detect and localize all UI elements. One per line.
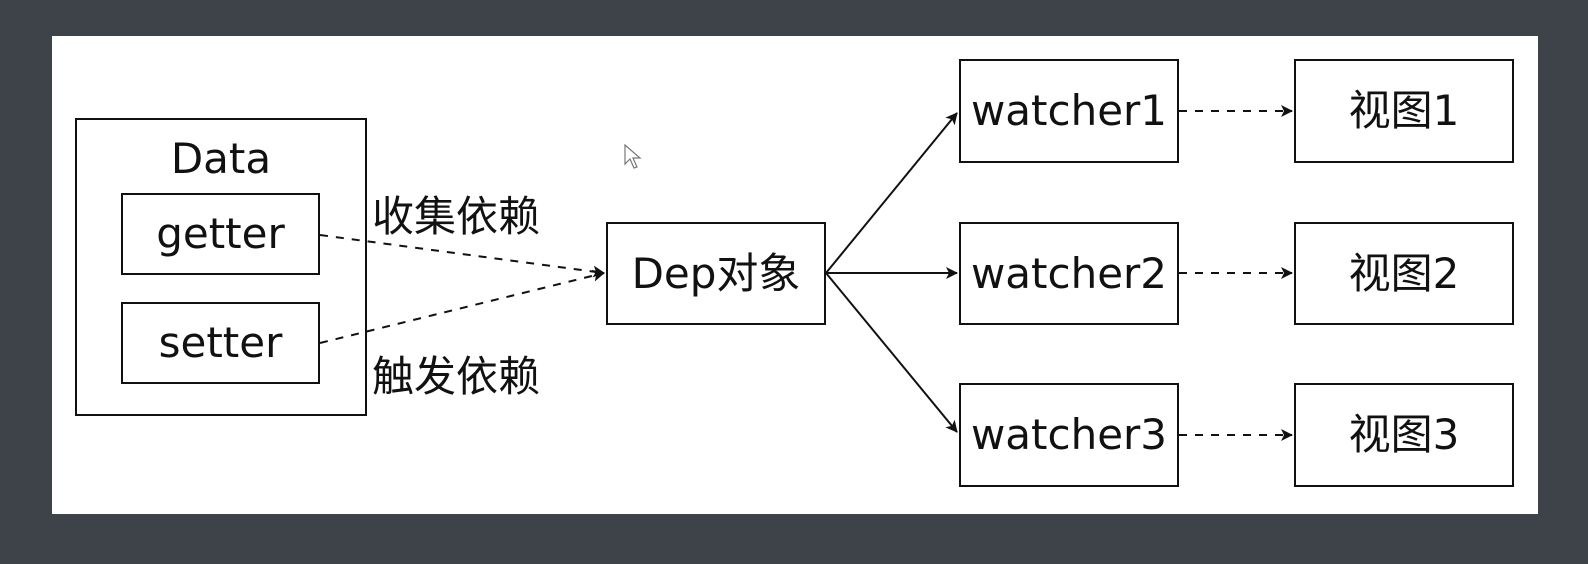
- data-group-title: Data: [170, 134, 272, 183]
- view-node-3: 视图3: [1294, 383, 1514, 487]
- dep-node: Dep对象: [606, 222, 826, 325]
- setter-node: setter: [121, 302, 320, 384]
- view-node-2: 视图2: [1294, 222, 1514, 325]
- getter-node: getter: [121, 193, 320, 275]
- trigger-dependency-label: 触发依赖: [372, 352, 541, 401]
- watcher-node-2: watcher2: [959, 222, 1179, 325]
- watcher-node-3: watcher3: [959, 383, 1179, 487]
- watcher-node-1: watcher1: [959, 59, 1179, 163]
- mouse-pointer-icon: [624, 144, 642, 169]
- collect-dependency-label: 收集依赖: [372, 192, 541, 241]
- view-node-1: 视图1: [1294, 59, 1514, 163]
